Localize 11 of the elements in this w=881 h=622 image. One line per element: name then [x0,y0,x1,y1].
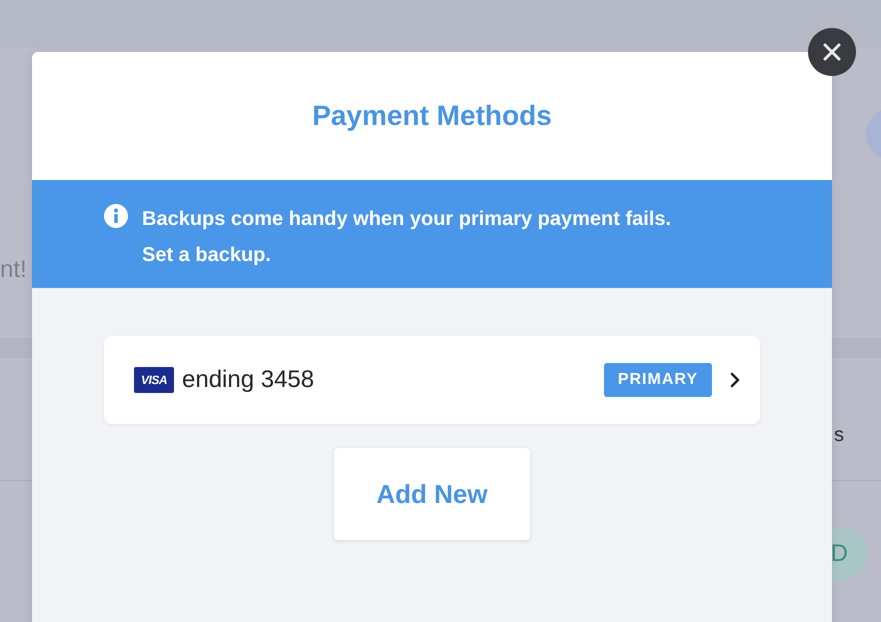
info-icon [104,204,128,228]
card-brand-logo: VISA [134,367,174,393]
background-text: s [834,424,844,447]
chevron-right-icon [730,372,740,388]
card-label: ending 3458 [182,366,316,394]
payment-card-row[interactable]: VISA ending 3458 PRIMARY [104,336,760,424]
background-text: nt! [0,256,27,284]
close-icon [822,42,842,62]
modal-title: Payment Methods [312,100,552,132]
primary-badge: PRIMARY [604,363,712,397]
notice-text: Backups come handy when your primary payment fails. Set a backup. [142,207,672,268]
